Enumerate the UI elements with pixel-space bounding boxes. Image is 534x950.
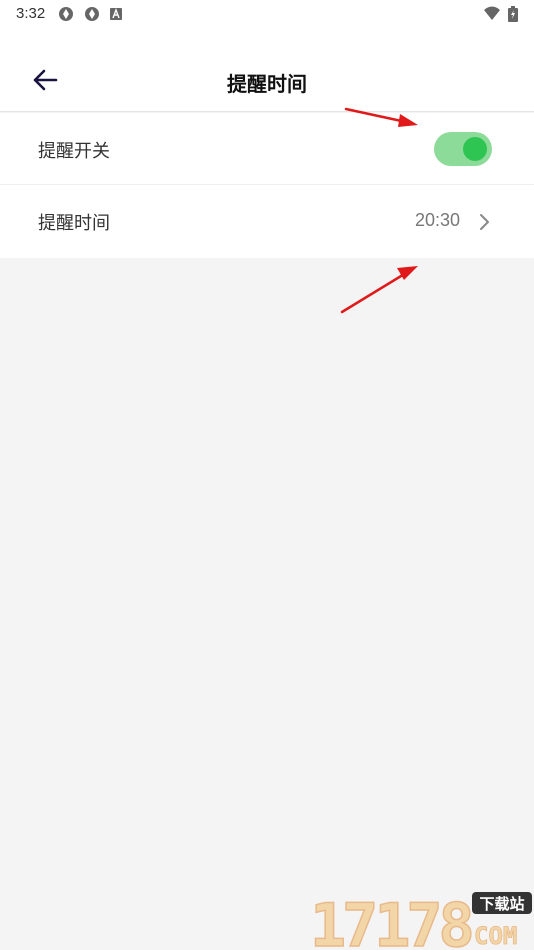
wifi-icon — [484, 6, 500, 20]
reminder-toggle[interactable] — [434, 132, 492, 166]
settings-list: 提醒开关 提醒时间 20:30 — [0, 113, 534, 258]
reminder-time-value: 20:30 — [414, 210, 460, 230]
reminder-switch-row: 提醒开关 — [0, 113, 534, 185]
reminder-time-label: 提醒时间 — [38, 213, 110, 234]
page-title: 提醒时间 — [227, 72, 307, 96]
watermark-number: 17178 — [310, 891, 471, 950]
chevron-right-icon — [480, 214, 489, 230]
arrow-to-time-icon — [340, 266, 418, 314]
site-watermark-logo: 17178 下载站 COM — [309, 890, 532, 950]
app-bar: 提醒时间 — [0, 30, 534, 112]
watermark-tag: 下载站 — [479, 895, 524, 913]
toggle-knob — [463, 137, 487, 161]
status-time: 3:32 — [16, 5, 46, 22]
reminder-switch-label: 提醒开关 — [38, 141, 110, 162]
reminder-time-row[interactable]: 提醒时间 20:30 — [0, 185, 534, 258]
status-bar: 3:32 — [0, 0, 534, 30]
battery-icon — [508, 6, 518, 22]
watermark-domain: COM — [474, 922, 517, 950]
aperture-icon — [85, 7, 99, 21]
letter-a-icon — [110, 8, 122, 20]
aperture-icon — [59, 7, 73, 21]
